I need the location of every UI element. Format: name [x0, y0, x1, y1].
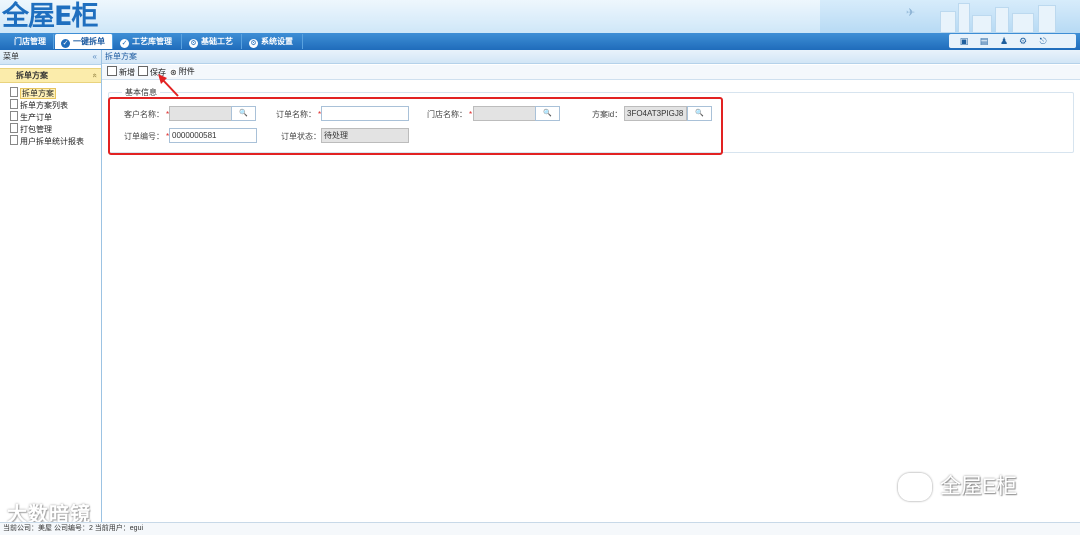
building-deco — [1038, 5, 1056, 33]
header-banner — [820, 0, 1080, 33]
building-deco — [995, 7, 1009, 33]
highlight-box — [108, 97, 723, 155]
logout-icon[interactable]: ⎋ — [1038, 36, 1048, 46]
gear-circle-icon: ⚙ — [189, 39, 198, 48]
tab-system-settings[interactable]: ⚙ 系统设置 — [243, 34, 303, 49]
sidebar-item-production-order[interactable]: 生产订单 — [0, 111, 101, 123]
tab-store-management[interactable]: 门店管理 — [8, 34, 54, 49]
watermark-right: 全屋E柜 — [898, 472, 1017, 502]
document-icon — [10, 111, 18, 121]
status-bar: 当前公司：美屋 公司编号：2 当前用户：egui — [0, 522, 1080, 535]
building-deco — [972, 15, 992, 33]
check-circle-icon: ✓ — [120, 39, 129, 48]
header-toolbar: ▣ ▤ ♟ ⚙ ⎋ — [949, 34, 1076, 48]
sidebar-item-packing[interactable]: 打包管理 — [0, 123, 101, 135]
gear-icon[interactable]: ⚙ — [1018, 36, 1028, 46]
app-logo: 全屋E柜 — [2, 1, 98, 32]
page-title: 拆单方案 — [102, 50, 1080, 64]
sidebar-item-user-stats-report[interactable]: 用户拆单统计报表 — [0, 135, 101, 147]
sidebar-group-split-plan[interactable]: 拆单方案 « — [0, 68, 101, 83]
check-circle-icon: ✓ — [61, 39, 70, 48]
tab-craft-library[interactable]: ✓ 工艺库管理 — [114, 34, 182, 49]
screen-icon[interactable]: ▣ — [959, 36, 969, 46]
sidebar-item-split-plan[interactable]: 拆单方案 — [0, 87, 101, 99]
user-icon[interactable]: ♟ — [999, 36, 1009, 46]
annotation-arrow — [158, 74, 179, 97]
document-icon — [10, 135, 18, 145]
chevron-up-icon: « — [90, 73, 100, 78]
building-deco — [1012, 13, 1034, 33]
tab-basic-craft[interactable]: ⚙ 基础工艺 — [183, 34, 242, 49]
document-icon — [10, 99, 18, 109]
collapse-icon[interactable]: « — [93, 50, 97, 64]
airplane-icon: ✈ — [906, 7, 916, 19]
building-deco — [940, 11, 956, 33]
new-button[interactable]: 新增 — [107, 66, 135, 78]
app-header: 全屋E柜 ✈ — [0, 0, 1080, 33]
calendar-icon[interactable]: ▤ — [979, 36, 989, 46]
save-icon — [138, 66, 148, 76]
document-icon — [10, 123, 18, 133]
content-toolbar: 新增 保存 ⊛ 附件 — [102, 65, 1080, 80]
sidebar-item-split-plan-list[interactable]: 拆单方案列表 — [0, 99, 101, 111]
wechat-icon — [898, 473, 932, 502]
tab-one-click-split[interactable]: ✓ 一键拆单 — [55, 34, 113, 49]
new-file-icon — [107, 66, 117, 76]
sidebar: 菜单 « 拆单方案 « 拆单方案 拆单方案列表 生产订单 打包管理 用户拆单统计… — [0, 50, 102, 522]
gear-circle-icon: ⚙ — [249, 39, 258, 48]
building-deco — [958, 3, 970, 33]
main-nav: 门店管理 ✓ 一键拆单 ✓ 工艺库管理 ⚙ 基础工艺 ⚙ 系统设置 — [0, 33, 1080, 50]
document-icon — [10, 87, 18, 97]
sidebar-header: 菜单 « — [0, 50, 101, 65]
